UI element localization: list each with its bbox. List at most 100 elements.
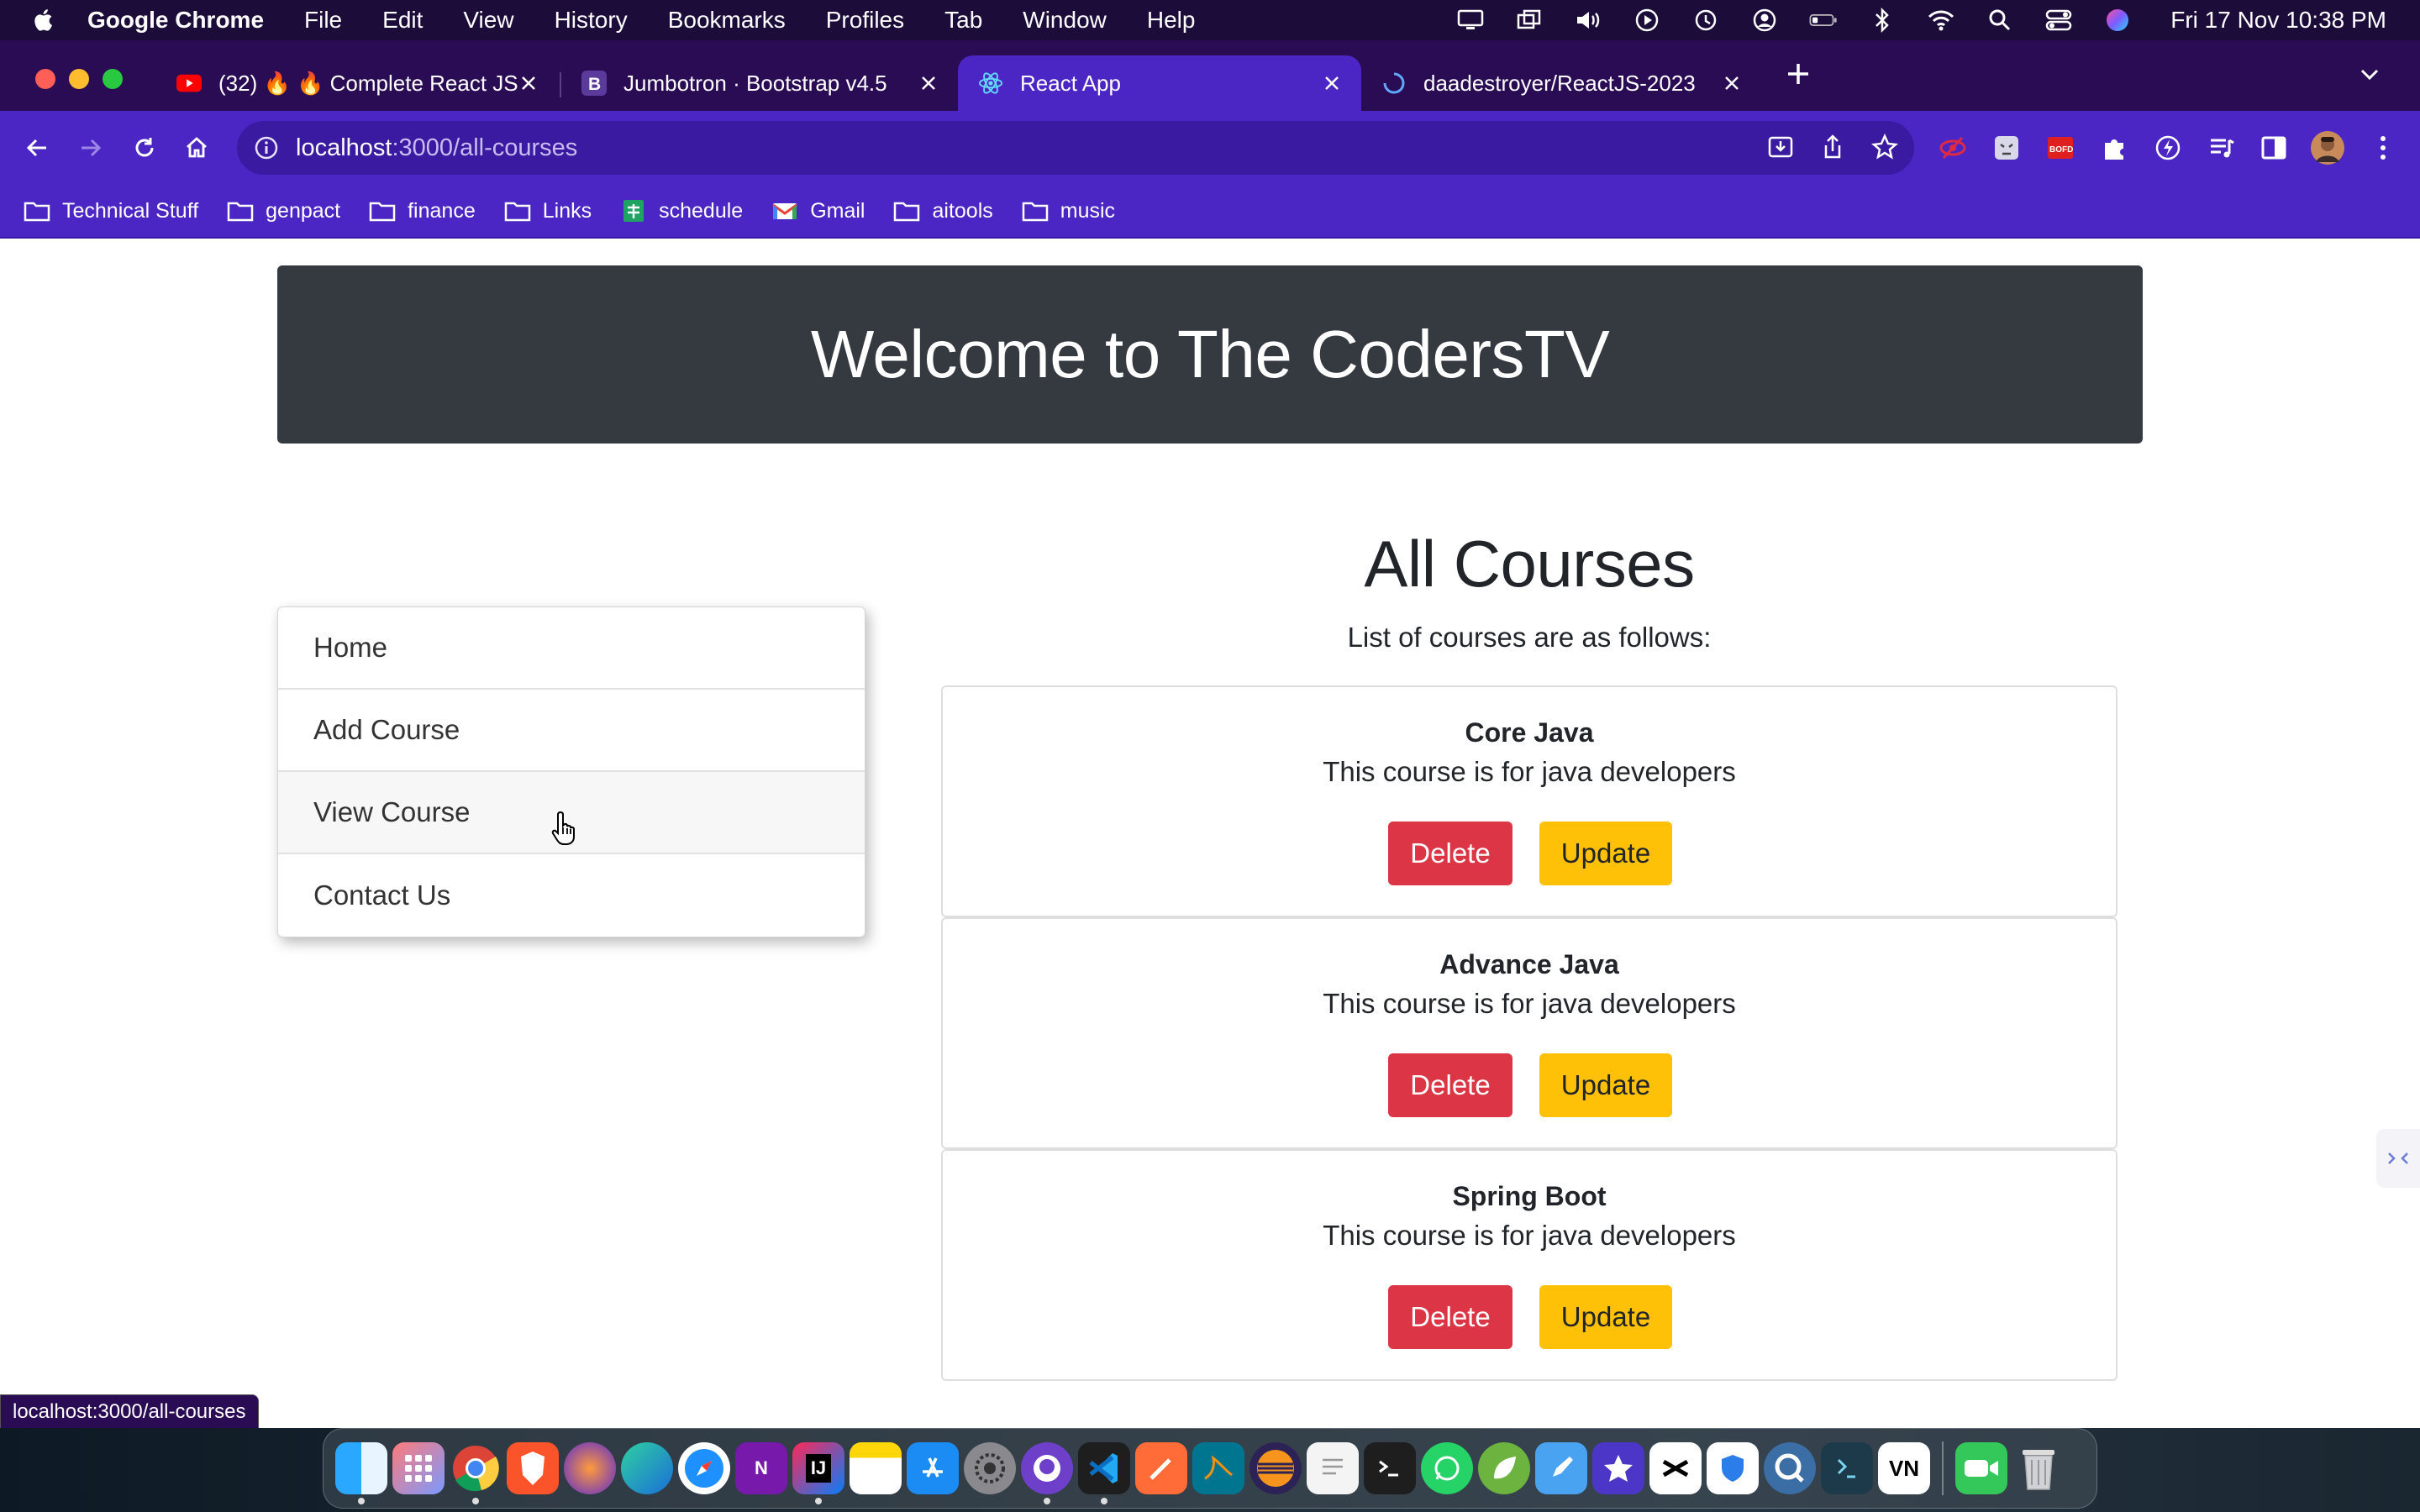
vn-editor-icon[interactable]: VN [1878, 1442, 1930, 1494]
menu-app-name[interactable]: Google Chrome [87, 7, 264, 34]
update-button[interactable]: Update [1539, 1053, 1672, 1117]
menu-view[interactable]: View [463, 7, 513, 34]
app-store-icon[interactable] [907, 1442, 959, 1494]
system-settings-icon[interactable] [964, 1442, 1016, 1494]
close-icon[interactable] [518, 72, 539, 94]
pen-app-icon[interactable] [1535, 1442, 1587, 1494]
reload-button[interactable] [126, 129, 163, 166]
chrome-menu-icon[interactable] [2365, 129, 2402, 166]
firefox-icon[interactable] [564, 1442, 616, 1494]
tab-search-chevron-icon[interactable] [2351, 55, 2388, 92]
mysql-shell-icon[interactable] [1821, 1442, 1873, 1494]
user-account-icon[interactable] [1750, 8, 1779, 33]
display-icon[interactable] [1456, 8, 1485, 33]
tab-github[interactable]: daadestroyer/ReactJS-2023 [1361, 55, 1761, 111]
menu-link-contact-us[interactable]: Contact Us [278, 854, 865, 937]
postman-icon[interactable] [1135, 1442, 1187, 1494]
profile-avatar[interactable] [2309, 129, 2346, 166]
side-extension-tab[interactable] [2376, 1129, 2420, 1188]
play-icon[interactable] [1633, 8, 1661, 33]
extension-bofd-icon[interactable]: BOFD [2042, 129, 2079, 166]
quicktime-icon[interactable] [1764, 1442, 1816, 1494]
siri-icon[interactable] [2103, 8, 2132, 33]
delete-button[interactable]: Delete [1388, 1285, 1512, 1349]
tab-youtube[interactable]: (32) 🔥 🔥 Complete React JS [156, 55, 558, 111]
volume-icon[interactable] [1574, 8, 1602, 33]
install-app-icon[interactable] [1766, 133, 1795, 165]
battery-icon[interactable] [1809, 8, 1838, 33]
bookmark-finance[interactable]: finance [369, 199, 476, 223]
chrome-icon[interactable] [450, 1442, 502, 1504]
close-icon[interactable] [918, 72, 939, 94]
bluetooth-icon[interactable] [1868, 8, 1897, 33]
security-shield-icon[interactable] [1707, 1442, 1759, 1494]
notes-icon[interactable] [850, 1442, 902, 1494]
menu-bookmarks[interactable]: Bookmarks [668, 7, 786, 34]
home-button[interactable] [178, 129, 215, 166]
search-icon[interactable] [1986, 8, 2014, 33]
menu-tab[interactable]: Tab [944, 7, 982, 34]
time-machine-icon[interactable] [1691, 8, 1720, 33]
vscode-icon[interactable] [1078, 1442, 1130, 1504]
site-info-icon[interactable] [254, 135, 279, 160]
mysql-workbench-icon[interactable] [1192, 1442, 1244, 1494]
trash-icon[interactable] [2012, 1442, 2065, 1494]
media-queue-icon[interactable] [2203, 129, 2240, 166]
performance-icon[interactable] [2149, 129, 2186, 166]
share-icon[interactable] [1818, 133, 1847, 165]
delete-button[interactable]: Delete [1388, 1053, 1512, 1117]
close-icon[interactable] [1721, 72, 1743, 94]
forward-button[interactable] [72, 129, 109, 166]
launchpad-icon[interactable] [392, 1442, 445, 1494]
bookmark-technical-stuff[interactable]: Technical Stuff [24, 199, 198, 223]
menu-window[interactable]: Window [1023, 7, 1107, 34]
delete-button[interactable]: Delete [1388, 822, 1512, 885]
textedit-icon[interactable] [1307, 1442, 1359, 1494]
onenote-icon[interactable]: N [735, 1442, 787, 1494]
bookmark-gmail[interactable]: Gmail [771, 199, 865, 223]
close-icon[interactable] [1321, 72, 1343, 94]
side-panel-icon[interactable] [2255, 129, 2292, 166]
control-center-icon[interactable] [2044, 8, 2073, 33]
github-desktop-icon[interactable] [1021, 1442, 1073, 1504]
maximize-window-button[interactable] [103, 69, 123, 89]
menu-link-add-course[interactable]: Add Course [278, 690, 865, 772]
menu-edit[interactable]: Edit [382, 7, 423, 34]
back-button[interactable] [18, 129, 55, 166]
imovie-star-icon[interactable] [1592, 1442, 1644, 1494]
bookmark-music[interactable]: music [1022, 199, 1115, 223]
tab-bootstrap[interactable]: B Jumbotron · Bootstrap v4.5 [561, 55, 958, 111]
finder-icon[interactable] [335, 1442, 387, 1504]
capcut-icon[interactable] [1649, 1442, 1702, 1494]
brave-icon[interactable] [507, 1442, 559, 1494]
intellij-icon[interactable]: IJ [792, 1442, 844, 1504]
bookmark-genpact[interactable]: genpact [227, 199, 340, 223]
menu-profiles[interactable]: Profiles [826, 7, 904, 34]
apple-icon[interactable] [32, 8, 57, 33]
menu-history[interactable]: History [555, 7, 628, 34]
bookmark-schedule[interactable]: schedule [620, 199, 743, 223]
whatsapp-icon[interactable] [1421, 1442, 1473, 1494]
extension-eye-icon[interactable] [1934, 129, 1971, 166]
edge-icon[interactable] [621, 1442, 673, 1494]
wifi-icon[interactable] [1927, 8, 1955, 33]
tab-react-app[interactable]: React App [958, 55, 1361, 111]
url-text[interactable]: localhost:3000/all-courses [296, 134, 577, 162]
update-button[interactable]: Update [1539, 1285, 1672, 1349]
extensions-puzzle-icon[interactable] [2096, 129, 2133, 166]
extension-face-icon[interactable] [1988, 129, 2025, 166]
terminal-icon[interactable] [1364, 1442, 1416, 1494]
minimize-window-button[interactable] [69, 69, 89, 89]
address-bar[interactable]: localhost:3000/all-courses [237, 121, 1914, 175]
bookmark-star-icon[interactable] [1870, 133, 1899, 165]
update-button[interactable]: Update [1539, 822, 1672, 885]
facetime-icon[interactable] [1955, 1442, 2007, 1494]
menu-link-home[interactable]: Home [278, 607, 865, 690]
eclipse-icon[interactable] [1249, 1442, 1302, 1494]
menu-bar-clock[interactable]: Fri 17 Nov 10:38 PM [2170, 7, 2386, 34]
menu-help[interactable]: Help [1147, 7, 1196, 34]
close-window-button[interactable] [35, 69, 55, 89]
window-switch-icon[interactable] [1515, 8, 1544, 33]
new-tab-button[interactable] [1780, 55, 1817, 92]
bookmark-aitools[interactable]: aitools [893, 199, 993, 223]
